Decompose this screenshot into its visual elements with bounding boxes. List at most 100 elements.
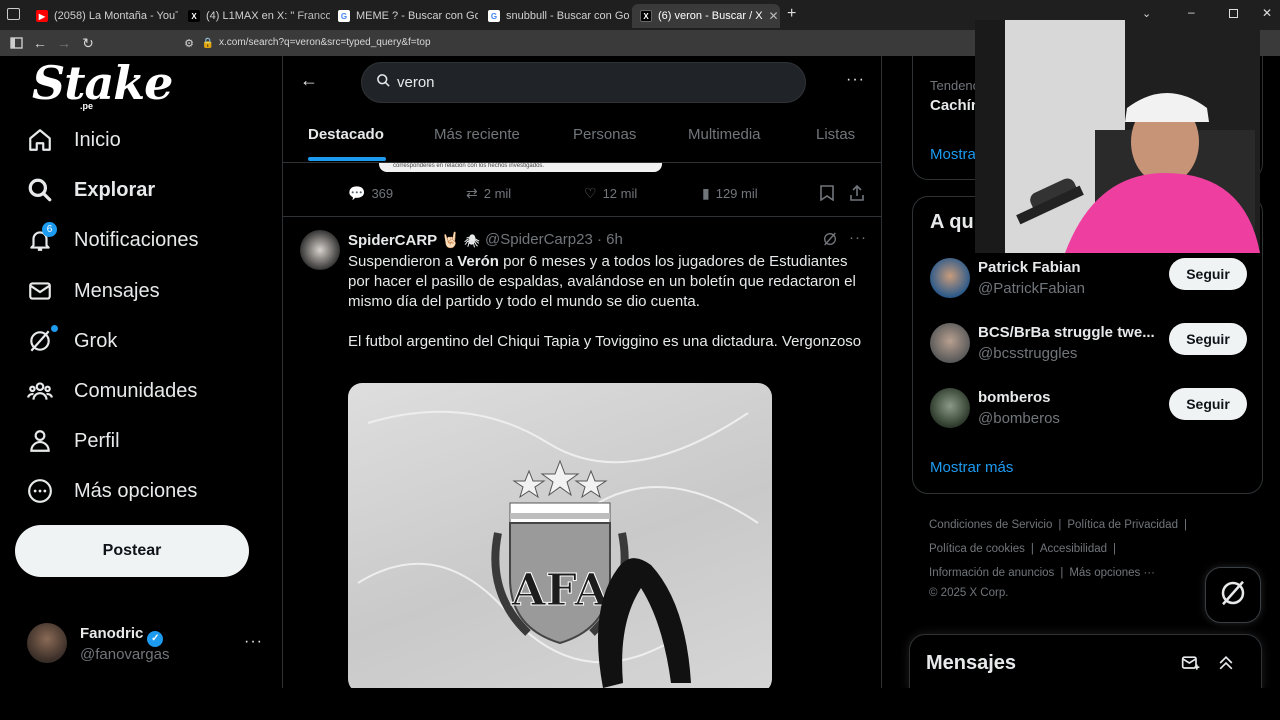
- site-info-icon[interactable]: ⚙: [180, 34, 198, 52]
- trend-item[interactable]: Cachín: [930, 97, 980, 114]
- suggestion-handle: @PatrickFabian: [978, 280, 1085, 297]
- mail-icon: [27, 278, 53, 304]
- post-paragraph: Suspendieron a Verón por 6 meses y a tod…: [348, 253, 856, 310]
- tab-lists[interactable]: Listas: [816, 126, 855, 143]
- sidebar-item-label: Explorar: [74, 178, 156, 201]
- avatar[interactable]: [300, 230, 340, 270]
- spider-emoji-icon: 🕷: [463, 234, 480, 248]
- avatar[interactable]: [27, 623, 67, 663]
- follow-suggestion[interactable]: BCS/BrBa struggle twe... @bcsstruggles S…: [930, 323, 1260, 367]
- home-icon: [27, 127, 53, 153]
- close-window-icon[interactable]: ✕: [1262, 6, 1272, 20]
- messages-drawer[interactable]: Mensajes: [909, 634, 1262, 694]
- grok-new-dot: [51, 325, 58, 332]
- post-text: Suspendieron a Verón por 6 meses y a tod…: [348, 252, 868, 372]
- follow-suggestion[interactable]: bomberos @bomberos Seguir: [930, 388, 1260, 432]
- post-paragraph: El futbol argentino del Chiqui Tapia y T…: [348, 333, 862, 350]
- footer-link[interactable]: Información de anuncios: [929, 567, 1054, 579]
- reply-button[interactable]: 💬 369: [348, 185, 393, 202]
- reload-icon[interactable]: ↻: [79, 34, 97, 52]
- browser-tab[interactable]: ▶ (2058) La Montaña - YouTube✕: [28, 4, 178, 28]
- more-circle-icon: [27, 478, 53, 504]
- tab-actions-icon[interactable]: [7, 8, 20, 20]
- new-tab-icon[interactable]: +: [787, 5, 796, 23]
- share-icon[interactable]: [850, 185, 864, 201]
- sidebar-item-label: Grok: [74, 329, 118, 352]
- back-arrow-icon[interactable]: ←: [300, 70, 320, 90]
- tab-top[interactable]: Destacado: [308, 126, 384, 143]
- heart-icon: ♡: [584, 185, 597, 201]
- follow-button[interactable]: Seguir: [1169, 323, 1247, 355]
- post-author-name[interactable]: SpiderCARP 🤘🏻 🕷: [348, 231, 479, 249]
- grok-floating-button[interactable]: [1205, 567, 1261, 623]
- post-more-icon[interactable]: ···: [849, 229, 867, 246]
- repost-button[interactable]: ⇄ 2 mil: [466, 185, 511, 202]
- suggestion-name[interactable]: bomberos: [978, 389, 1158, 406]
- tab-latest[interactable]: Más reciente: [434, 126, 520, 143]
- sidebar-item-explore[interactable]: Explorar: [27, 170, 155, 210]
- footer-link[interactable]: Política de Privacidad: [1067, 519, 1178, 531]
- like-button[interactable]: ♡ 12 mil: [584, 185, 637, 202]
- avatar[interactable]: [930, 258, 970, 298]
- follow-button[interactable]: Seguir: [1169, 388, 1247, 420]
- post-button[interactable]: Postear: [15, 525, 249, 577]
- sidebar-item-label: Más opciones: [74, 479, 198, 502]
- sidebar-item-grok[interactable]: Grok: [27, 321, 117, 361]
- browser-tab[interactable]: G snubbull - Buscar con Google✕: [480, 4, 630, 28]
- follow-button[interactable]: Seguir: [1169, 258, 1247, 290]
- sidebar-item-messages[interactable]: Mensajes: [27, 271, 160, 311]
- previous-post-image[interactable]: corresponderes en relación con los hecho…: [379, 163, 662, 172]
- avatar[interactable]: [930, 323, 970, 363]
- more-options-icon[interactable]: ···: [846, 71, 865, 89]
- browser-tab-active[interactable]: X (6) veron - Buscar / X ✕: [632, 4, 780, 28]
- sidebar-item-communities[interactable]: Comunidades: [27, 371, 197, 411]
- person-icon: [27, 428, 53, 454]
- x-favicon-icon: X: [640, 10, 652, 22]
- follow-suggestion[interactable]: Patrick Fabian @PatrickFabian Seguir: [930, 258, 1260, 302]
- bookmark-icon[interactable]: [820, 185, 834, 201]
- search-input[interactable]: veron: [361, 62, 806, 103]
- views-button[interactable]: ▮ 129 mil: [702, 185, 758, 202]
- sidebar-item-more[interactable]: Más opciones: [27, 471, 197, 511]
- sidebar-toggle-icon[interactable]: [7, 34, 25, 52]
- footer-link[interactable]: Accesibilidad: [1040, 543, 1107, 555]
- tab-people[interactable]: Personas: [573, 126, 636, 143]
- sidebar-item-home[interactable]: Inicio: [27, 120, 121, 160]
- browser-tab[interactable]: X (4) L1MAX en X: " Franco No✕: [180, 4, 330, 28]
- webcam-overlay: [975, 20, 1260, 253]
- forward-icon[interactable]: →: [55, 34, 73, 52]
- back-icon[interactable]: ←: [31, 34, 49, 52]
- tab-list-icon[interactable]: ⌄: [1142, 7, 1151, 20]
- minimize-icon[interactable]: –: [1188, 5, 1195, 19]
- sidebar-item-profile[interactable]: Perfil: [27, 421, 120, 461]
- restore-icon[interactable]: [1229, 9, 1238, 18]
- footer-link[interactable]: Condiciones de Servicio: [929, 519, 1052, 531]
- expand-drawer-icon[interactable]: [1216, 653, 1236, 678]
- url-field[interactable]: x.com/search?q=veron&src=typed_query&f=t…: [219, 37, 431, 48]
- footer-link[interactable]: Política de cookies: [929, 543, 1025, 555]
- account-more-icon[interactable]: ···: [244, 633, 263, 651]
- tab-media[interactable]: Multimedia: [688, 126, 761, 143]
- footer-link[interactable]: Más opciones ···: [1069, 567, 1155, 579]
- post-image[interactable]: AFA: [348, 383, 772, 688]
- post-author-handle[interactable]: @SpiderCarp23 · 6h: [485, 231, 623, 248]
- sidebar-item-label: Mensajes: [74, 279, 160, 302]
- suggestion-name[interactable]: BCS/BrBa struggle twe...: [978, 324, 1158, 341]
- search-results-column: ← veron ··· Destacado Más reciente Perso…: [282, 56, 882, 688]
- highlighted-term: Verón: [457, 253, 499, 270]
- reply-icon: 💬: [348, 185, 366, 201]
- show-more-link[interactable]: Mostrar más: [930, 459, 1013, 476]
- close-tab-icon[interactable]: ✕: [763, 9, 779, 23]
- youtube-favicon-icon: ▶: [36, 10, 48, 22]
- avatar[interactable]: [930, 388, 970, 428]
- suggestion-name[interactable]: Patrick Fabian: [978, 259, 1158, 276]
- grok-explain-icon[interactable]: [822, 231, 838, 251]
- stake-logo-suffix: .pe: [80, 101, 94, 111]
- new-message-icon[interactable]: [1181, 653, 1201, 678]
- browser-tab[interactable]: G MEME ? - Buscar con Google✕: [330, 4, 478, 28]
- star-icon: [540, 459, 580, 497]
- star-icon: [512, 469, 546, 499]
- messages-drawer-title: Mensajes: [926, 652, 1017, 674]
- account-name[interactable]: Fanodric ✓: [80, 625, 164, 647]
- verified-badge-icon: ✓: [147, 631, 164, 647]
